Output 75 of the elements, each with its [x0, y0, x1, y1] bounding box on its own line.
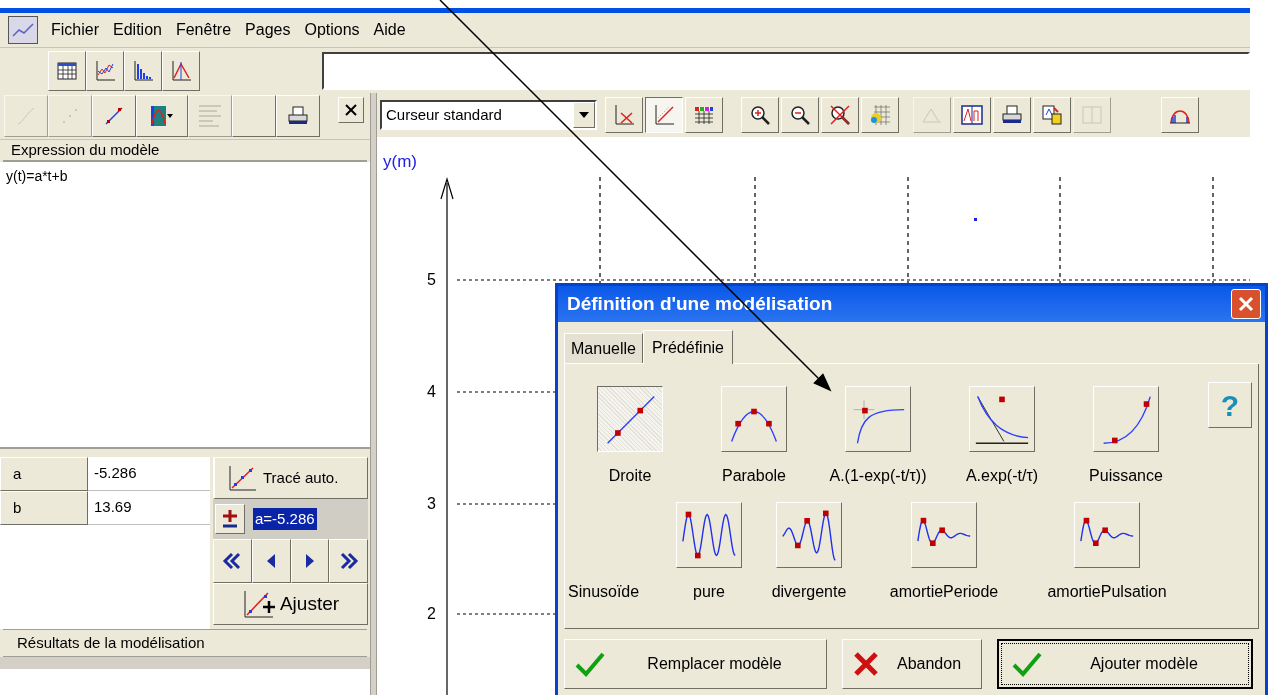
cursor-dropdown[interactable]: Curseur standard — [380, 100, 597, 130]
diagonal-line-icon — [652, 103, 676, 127]
model-label: Droite — [608, 466, 652, 486]
close-icon — [344, 103, 358, 117]
cross-icon — [853, 651, 879, 677]
grid-brush-icon — [868, 103, 892, 127]
plus-minus-icon — [220, 509, 240, 529]
caret-icon — [579, 112, 589, 118]
last-icon — [338, 551, 359, 571]
auto-trace-button[interactable]: Tracé auto. — [213, 457, 368, 499]
dropdown-button[interactable] — [573, 102, 595, 128]
tick-label: 3 — [427, 495, 436, 512]
dialog-button[interactable]: Abandon — [842, 639, 982, 689]
peak-chart-icon — [169, 58, 193, 83]
zoom-out-icon — [788, 103, 812, 127]
fit-chart-icon — [241, 589, 276, 619]
dropdown-value: Curseur standard — [385, 104, 503, 125]
check-icon — [575, 651, 605, 677]
bar-chart-icon — [131, 58, 155, 83]
text-area[interactable]: y(t)=a*t+b — [0, 162, 370, 447]
model-label: divergente — [771, 582, 847, 602]
panel-header: Résultats de la modélisation — [16, 632, 205, 653]
menu-item[interactable]: Edition — [106, 18, 169, 42]
table-cell: a — [0, 457, 88, 491]
menu-item[interactable]: Fenêtre — [168, 18, 239, 42]
zoom-in-icon — [748, 103, 772, 127]
menu-item[interactable]: Options — [297, 18, 367, 42]
adjust-button[interactable]: Ajuster — [213, 583, 368, 625]
table-cell: b — [0, 491, 88, 525]
columns-icon — [1080, 103, 1104, 127]
step-button[interactable] — [213, 539, 252, 583]
model-label: Parabole — [721, 466, 786, 486]
axis-title: y(m) — [383, 152, 417, 171]
group-label: Sinusoïde — [568, 582, 640, 602]
axes-cross-icon — [612, 103, 636, 127]
text-lines-icon — [198, 104, 222, 128]
model-label: pure — [693, 582, 725, 602]
table-cell[interactable]: -5.286 — [88, 457, 210, 491]
plus-minus-button[interactable] — [215, 504, 245, 534]
check-icon — [1012, 651, 1042, 677]
step-button[interactable] — [251, 539, 291, 583]
close-icon — [1238, 296, 1254, 312]
parameter-field[interactable]: a=-5.286 — [253, 507, 317, 531]
tab[interactable]: Manuelle — [564, 333, 643, 363]
panel-header: Expression du modèle — [10, 139, 160, 160]
menu-item[interactable]: Fichier — [44, 18, 106, 42]
crossed-magnifier-icon — [828, 103, 852, 127]
split-chart-icon — [960, 103, 984, 127]
data-point — [974, 218, 977, 221]
line-chart-icon — [93, 58, 117, 83]
tick-label: 5 — [427, 271, 436, 288]
step-button[interactable] — [329, 539, 368, 583]
expression-text: y(t)=a*t+b — [6, 168, 68, 184]
dialog-button[interactable]: Ajouter modèle — [997, 639, 1253, 689]
tab[interactable]: Prédéfinie — [642, 330, 733, 364]
table-cell[interactable]: 13.69 — [88, 491, 210, 525]
band-chart-icon — [150, 104, 174, 128]
step-button[interactable] — [290, 539, 330, 583]
copy-icon — [1040, 103, 1064, 127]
menu-item[interactable]: Aide — [366, 18, 413, 42]
input-field[interactable] — [322, 51, 1250, 90]
model-button[interactable] — [597, 386, 663, 452]
app-icon[interactable] — [8, 16, 38, 44]
model-label: Puissance — [1089, 466, 1163, 486]
first-icon — [222, 551, 243, 571]
tick-label: 4 — [427, 383, 436, 400]
close-button[interactable] — [338, 97, 364, 123]
model-label: amortiePeriode — [889, 582, 999, 602]
fit-chart-icon — [227, 464, 257, 492]
model-label: A.exp(-t/τ) — [965, 466, 1039, 486]
tick-label: 2 — [427, 605, 436, 622]
model-label: amortiePulsation — [1047, 582, 1167, 602]
menu-item[interactable]: Pages — [238, 18, 298, 42]
dialog-button[interactable]: Remplacer modèle — [564, 639, 827, 689]
model-label: A.(1-exp(-t/τ)) — [829, 466, 927, 486]
